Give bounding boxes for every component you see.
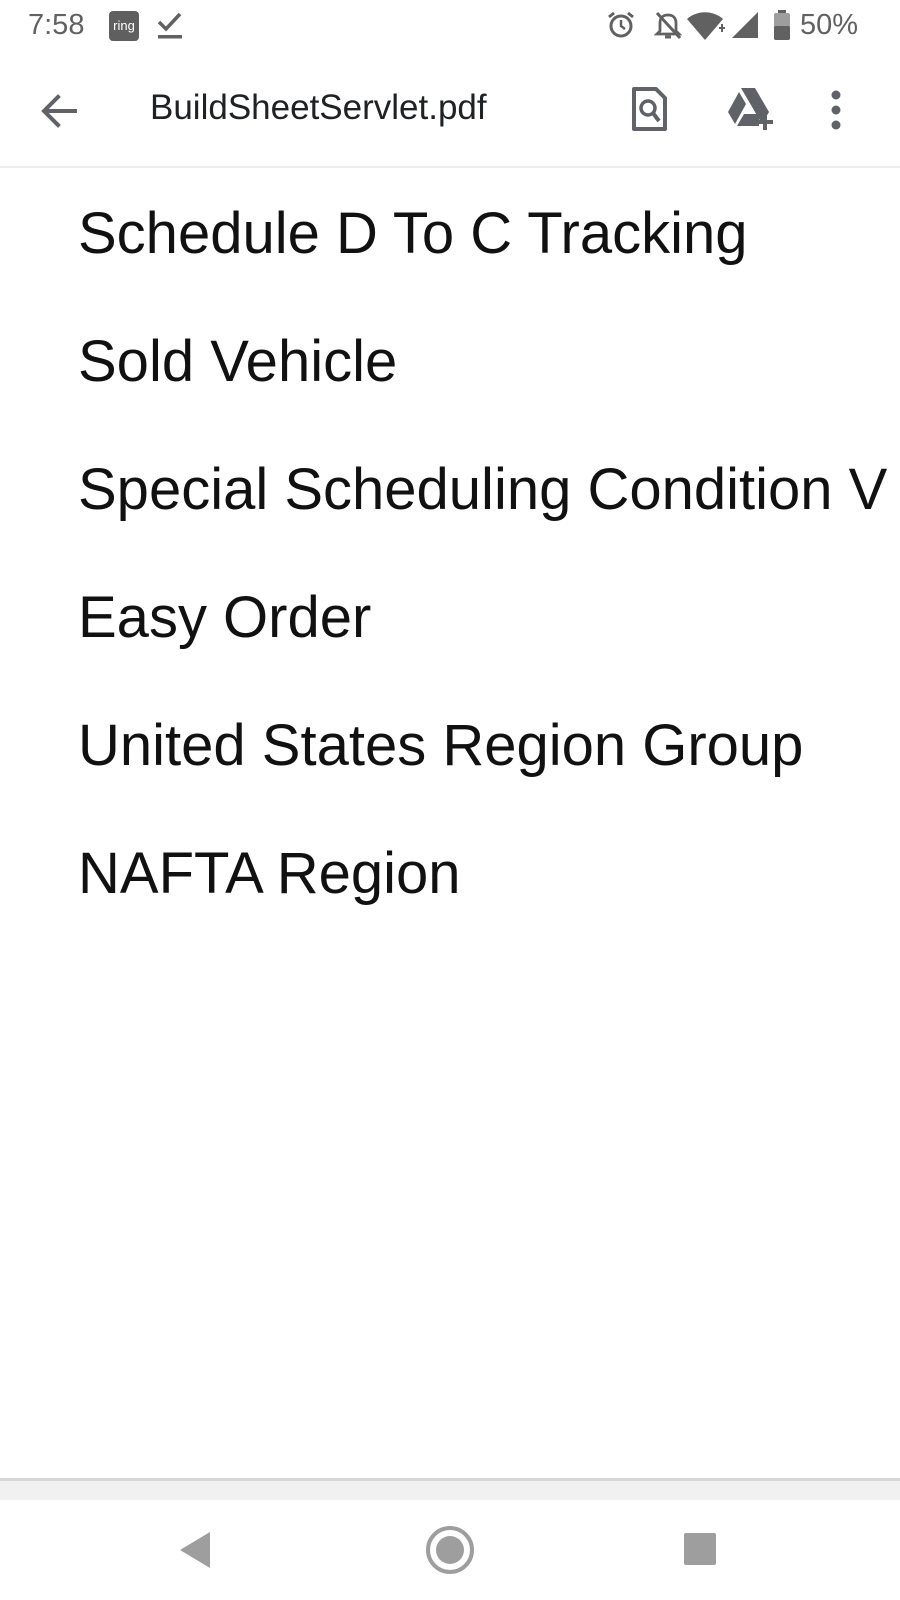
doc-line: United States Region Group	[78, 713, 804, 778]
battery-percent: 50%	[800, 9, 859, 41]
nav-recents-button[interactable]	[683, 1532, 717, 1571]
battery-icon	[772, 9, 792, 46]
nav-home-button[interactable]	[424, 1524, 476, 1581]
pdf-page[interactable]: Schedule D To C Tracking Sold Vehicle Sp…	[0, 168, 900, 1480]
more-options-button[interactable]	[816, 82, 856, 138]
more-vert-icon	[831, 90, 841, 130]
bell-off-icon	[653, 10, 683, 45]
nav-back-icon	[180, 1532, 210, 1568]
back-button[interactable]	[30, 82, 88, 140]
check-icon	[157, 10, 183, 45]
ring-icon: ring	[109, 11, 139, 41]
doc-line: Special Scheduling Condition V	[78, 457, 888, 522]
status-time: 7:58	[28, 9, 85, 41]
drive-add-icon	[728, 88, 773, 130]
doc-line: Sold Vehicle	[78, 329, 398, 394]
nav-back-button[interactable]	[176, 1530, 212, 1575]
find-in-page-button[interactable]	[622, 82, 676, 136]
wifi-icon	[686, 10, 728, 47]
status-bar: 7:58 ring 50%	[0, 0, 900, 52]
doc-line: NAFTA Region	[78, 841, 461, 906]
app-bar: BuildSheetServlet.pdf	[0, 52, 900, 168]
doc-line: Schedule D To C Tracking	[78, 201, 748, 266]
signal-icon	[730, 10, 762, 47]
find-in-page-icon	[632, 87, 667, 131]
doc-line: Easy Order	[78, 585, 372, 650]
document-title: BuildSheetServlet.pdf	[150, 88, 487, 127]
screen: 7:58 ring 50% BuildSheetServlet.pdf Sche…	[0, 0, 900, 1600]
back-arrow-icon	[41, 94, 77, 128]
nav-recents-icon	[684, 1533, 716, 1565]
alarm-icon	[606, 10, 636, 45]
nav-home-icon	[426, 1526, 474, 1574]
add-to-drive-button[interactable]	[720, 80, 780, 136]
navigation-bar	[0, 1500, 900, 1600]
